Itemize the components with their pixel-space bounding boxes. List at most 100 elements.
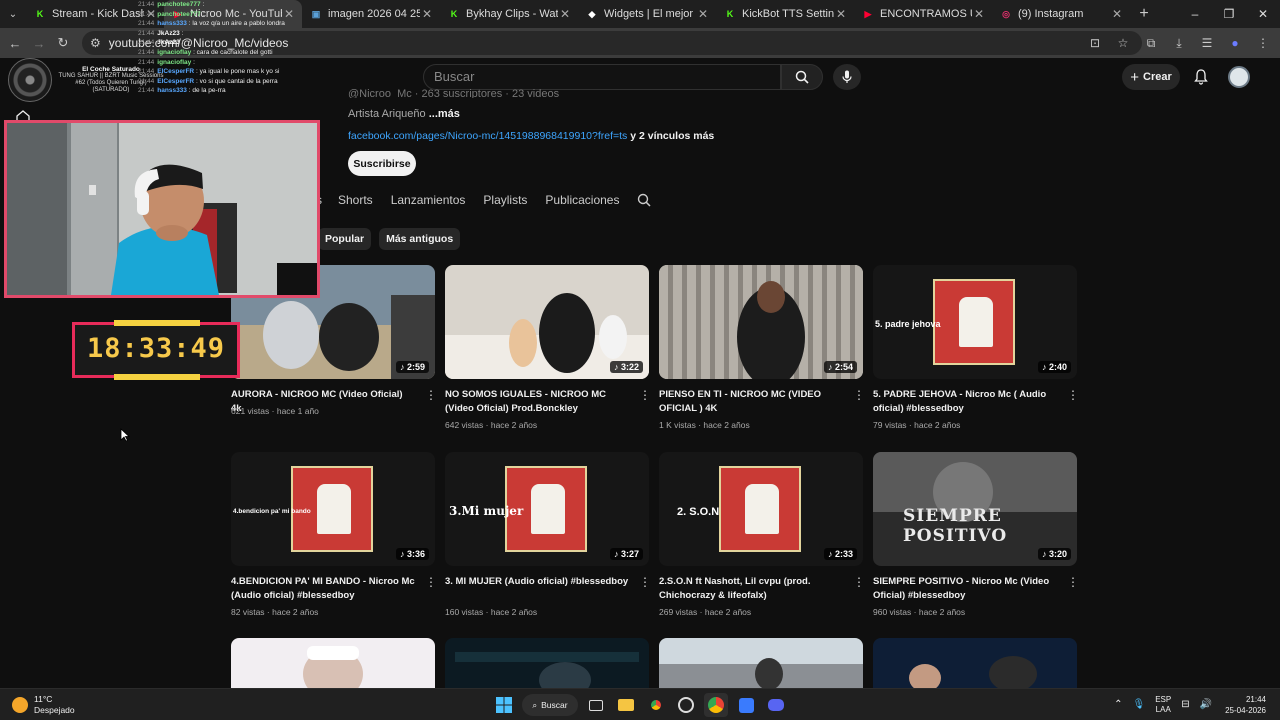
back-icon[interactable]: ← [3,36,27,51]
video-title[interactable]: SIEMPRE POSITIVO - Nicroo Mc (Video Ofic… [873,575,1057,602]
video-card[interactable]: SIEMPRE POSITIVO ♪ 3:20 SIEMPRE POSITIVO -… [873,452,1079,622]
tab-title: Widgets | El mejor softwa [604,8,696,20]
video-thumbnail[interactable] [445,638,649,688]
install-app-icon[interactable]: ⊡ [1086,36,1104,50]
more-options-icon[interactable]: ⋮ [425,576,437,588]
weather-widget[interactable]: 11°C Despejado [12,694,75,716]
subscribe-button[interactable]: Suscribirse [348,151,416,176]
video-card[interactable]: 5. padre jehova ♪ 2:40 5. PADRE JEHOVA - N… [873,265,1079,435]
browser-tab[interactable]: ◎ (9) Instagram ✕ [992,0,1130,28]
channel-description[interactable]: Artista Ariqueño ...más [348,108,460,120]
more-options-icon[interactable]: ⋮ [639,389,651,401]
profile-icon[interactable]: ● [1226,36,1244,50]
video-card[interactable] [445,638,649,688]
video-thumbnail[interactable]: 4.bendicion pa' mi bando ♪ 3:36 [231,452,435,566]
tab-search-icon[interactable]: ⌄ [0,0,26,28]
more-options-icon[interactable]: ⋮ [1067,576,1079,588]
start-button[interactable] [492,693,516,717]
new-tab-icon[interactable]: + [1130,5,1158,23]
create-button[interactable]: + Crear [1122,64,1180,90]
browser-tab[interactable]: ▶ ENCONTRAMOS UNA MA✕ [854,0,992,28]
video-thumbnail[interactable]: ♪ 3:22 [445,265,649,379]
video-card[interactable] [873,638,1077,688]
reading-list-icon[interactable]: ☰ [1198,36,1216,50]
discord-icon[interactable] [764,693,788,717]
video-card[interactable]: ♪ 2:54 PIENSO EN TI - NICROO MC (VIDEO OF… [659,265,865,435]
more-options-icon[interactable]: ⋮ [853,389,865,401]
minimize-icon[interactable]: – [1178,0,1212,28]
browser-tab[interactable]: ▣imagen 2026 04 25 20402✕ [302,0,440,28]
video-title[interactable]: 5. PADRE JEHOVA - Nicroo Mc ( Audio ofic… [873,388,1057,415]
notifications-button[interactable] [1190,66,1212,88]
download-icon[interactable]: ⤓ [1170,36,1188,51]
video-thumbnail[interactable] [231,638,435,688]
more-options-icon[interactable]: ⋮ [1067,389,1079,401]
video-title[interactable]: PIENSO EN TI - NICROO MC (VIDEO OFICIAL … [659,388,843,415]
browser-tab[interactable]: K KickBot TTS Settings✕ [716,0,854,28]
language-indicator[interactable]: ESP LAA [1155,695,1171,715]
tab-shorts[interactable]: Shorts [338,193,373,207]
video-card[interactable] [231,638,435,688]
menu-dots-icon[interactable]: ⋮ [1254,36,1272,50]
tab-close-icon[interactable]: ✕ [420,7,434,21]
clock[interactable]: 21:44 25-04-2026 [1225,694,1266,716]
video-title[interactable]: 2.S.O.N ft Nashott, Lil cvpu (prod. Chic… [659,575,843,602]
tab-playlists[interactable]: Playlists [483,193,527,207]
video-thumbnail[interactable]: ♪ 2:54 [659,265,863,379]
tab-close-icon[interactable]: ✕ [1110,7,1124,21]
channel-search-icon[interactable] [637,193,651,207]
video-thumbnail[interactable]: 2. S.O.N ♪ 2:33 [659,452,863,566]
voice-search-button[interactable] [833,64,861,90]
tab-close-icon[interactable]: ✕ [558,7,572,21]
more-options-icon[interactable]: ⋮ [639,576,651,588]
tab-publicaciones[interactable]: Publicaciones [545,193,619,207]
yt-search-input[interactable]: Buscar [423,64,781,90]
video-thumbnail[interactable]: 5. padre jehova ♪ 2:40 [873,265,1077,379]
video-title[interactable]: 4.BENDICION PA' MI BANDO - Nicroo Mc (Au… [231,575,415,602]
browser-tab[interactable]: K Bykhay Clips - Watch Live✕ [440,0,578,28]
file-explorer-icon[interactable] [614,693,638,717]
bookmark-star-icon[interactable]: ☆ [1114,36,1132,50]
video-thumbnail[interactable] [873,638,1077,688]
maximize-icon[interactable]: ❐ [1212,0,1246,28]
video-title[interactable]: NO SOMOS IGUALES - NICROO MC (Video Ofic… [445,388,629,415]
channel-link[interactable]: facebook.com/pages/Nicroo-mc/14519889684… [348,130,627,142]
chrome-active-icon[interactable] [704,693,728,717]
volume-icon[interactable]: 🔊 [1200,700,1212,710]
close-window-icon[interactable]: ✕ [1246,0,1280,28]
reload-icon[interactable]: ↻ [51,35,75,51]
app-icon[interactable] [734,693,758,717]
video-card[interactable] [659,638,863,688]
chrome-icon[interactable] [644,693,668,717]
extensions-icon[interactable]: ⧉ [1142,36,1160,51]
more-links[interactable]: y 2 vínculos más [627,130,714,142]
video-title[interactable]: 3. MI MUJER (Audio oficial) #blessedboy [445,575,629,589]
filter-oldest[interactable]: Más antiguos [379,228,461,250]
taskbar-search[interactable]: ⌕ Buscar [522,694,578,716]
video-card[interactable]: ♪ 3:22 NO SOMOS IGUALES - NICROO MC (Vide… [445,265,651,435]
more-link[interactable]: ...más [429,108,460,120]
tab-lanzamientos[interactable]: Lanzamientos [391,193,466,207]
tray-chevron-icon[interactable]: ⌃ [1114,700,1122,710]
filter-popular[interactable]: Popular [318,228,372,250]
more-options-icon[interactable]: ⋮ [425,389,437,401]
task-view-icon[interactable] [584,693,608,717]
video-card[interactable]: 3.Mi mujer ♪ 3:27 3. MI MUJER (Audio ofici… [445,452,651,622]
tab-close-icon[interactable]: ✕ [834,7,848,21]
video-card[interactable]: 4.bendicion pa' mi bando ♪ 3:36 4.BENDICIO… [231,452,437,622]
account-avatar[interactable] [1228,66,1250,88]
yt-search-button[interactable] [781,64,823,90]
video-card[interactable]: 2. S.O.N ♪ 2:33 2.S.O.N ft Nashott, Lil cv… [659,452,865,622]
video-thumbnail[interactable]: SIEMPRE POSITIVO ♪ 3:20 [873,452,1077,566]
site-settings-icon[interactable]: ⚙ [90,36,101,50]
video-thumbnail[interactable] [659,638,863,688]
forward-icon[interactable]: → [27,36,51,51]
tab-close-icon[interactable]: ✕ [696,7,710,21]
tab-close-icon[interactable]: ✕ [972,7,986,21]
mic-tray-icon[interactable]: 🎙 [1133,700,1146,710]
video-thumbnail[interactable]: 3.Mi mujer ♪ 3:27 [445,452,649,566]
browser-tab[interactable]: ◆ Widgets | El mejor softwa✕ [578,0,716,28]
network-icon[interactable]: ⊟ [1181,700,1189,710]
more-options-icon[interactable]: ⋮ [853,576,865,588]
obs-icon[interactable] [674,693,698,717]
